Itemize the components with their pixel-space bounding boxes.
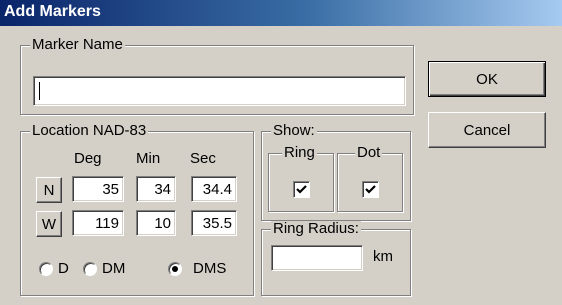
lon-min-field[interactable] bbox=[136, 210, 176, 236]
dot-label: Dot bbox=[355, 144, 383, 161]
format-dm-label[interactable]: DM bbox=[102, 260, 125, 278]
lat-sec-field[interactable] bbox=[191, 176, 237, 202]
format-dms-radio[interactable] bbox=[168, 262, 182, 276]
format-dms-label[interactable]: DMS bbox=[193, 260, 226, 278]
lon-deg-field[interactable] bbox=[72, 210, 124, 236]
ring-radius-unit: km bbox=[373, 248, 393, 265]
deg-header: Deg bbox=[74, 150, 102, 167]
ok-button[interactable]: OK bbox=[428, 61, 546, 97]
title-bar[interactable]: Add Markers bbox=[0, 0, 562, 26]
format-dm-radio[interactable] bbox=[83, 262, 97, 276]
checkmark-icon bbox=[365, 185, 376, 194]
show-legend: Show: bbox=[271, 122, 317, 139]
location-legend: Location NAD-83 bbox=[30, 122, 149, 139]
dot-checkbox[interactable] bbox=[362, 181, 379, 198]
ring-label: Ring bbox=[282, 144, 317, 161]
lat-min-field[interactable] bbox=[136, 176, 176, 202]
lat-deg-field[interactable] bbox=[72, 176, 124, 202]
window-title: Add Markers bbox=[4, 3, 101, 20]
ring-radius-legend: Ring Radius: bbox=[271, 220, 361, 237]
format-d-label[interactable]: D bbox=[58, 260, 69, 278]
selected-dot bbox=[172, 266, 178, 272]
text-caret bbox=[39, 82, 40, 100]
ring-checkbox[interactable] bbox=[293, 181, 310, 198]
lat-direction-button[interactable]: N bbox=[36, 177, 62, 203]
lon-direction-button[interactable]: W bbox=[36, 211, 62, 237]
min-header: Min bbox=[136, 150, 161, 167]
lon-sec-field[interactable] bbox=[191, 210, 237, 236]
format-d-radio[interactable] bbox=[39, 262, 53, 276]
cancel-button[interactable]: Cancel bbox=[428, 112, 546, 148]
marker-name-input[interactable] bbox=[33, 76, 406, 106]
marker-name-legend: Marker Name bbox=[30, 36, 125, 53]
ring-radius-input[interactable] bbox=[271, 245, 363, 271]
checkmark-icon bbox=[296, 185, 307, 194]
sec-header: Sec bbox=[190, 150, 216, 167]
